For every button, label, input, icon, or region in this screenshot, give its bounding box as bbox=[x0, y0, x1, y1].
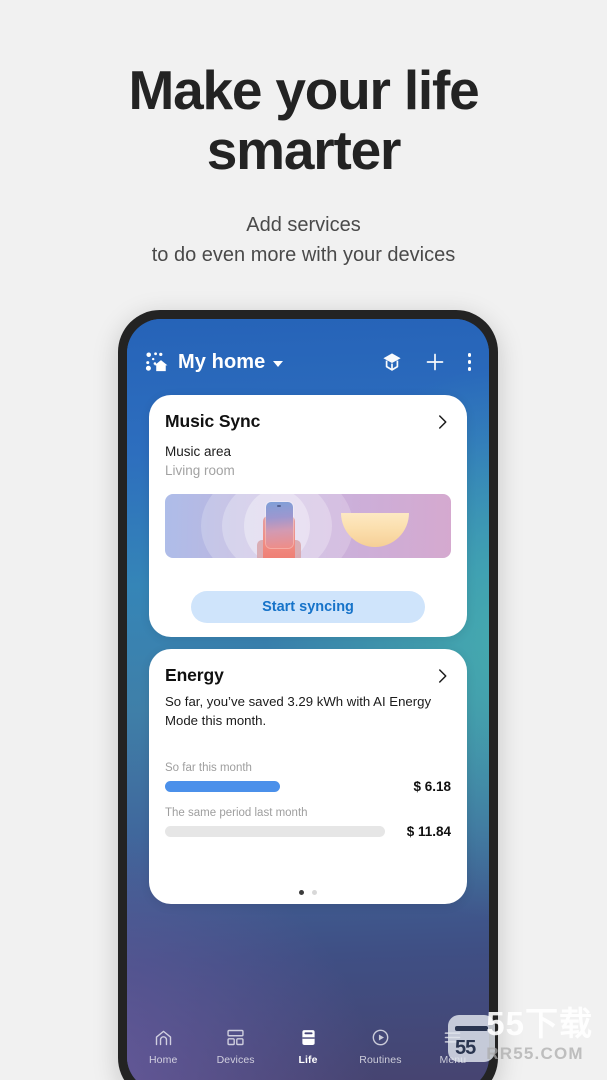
illustration-bowl-speaker bbox=[341, 513, 409, 547]
life-icon bbox=[298, 1027, 319, 1048]
map-view-icon[interactable] bbox=[380, 350, 404, 374]
pager-dot-1[interactable] bbox=[299, 890, 304, 895]
nav-item-life[interactable]: Life bbox=[272, 1027, 344, 1066]
energy-bar-previous: The same period last month $ 11.84 bbox=[149, 807, 467, 839]
nav-item-menu[interactable]: Menu bbox=[417, 1027, 489, 1066]
promo-subtitle-line2: to do even more with your devices bbox=[151, 244, 456, 266]
watermark-cn-text: 55下载 bbox=[486, 1005, 593, 1042]
smartthings-logo-icon bbox=[143, 349, 169, 375]
nav-label-home: Home bbox=[148, 1054, 178, 1066]
chevron-right-icon[interactable] bbox=[433, 667, 451, 685]
nav-label-menu: Menu bbox=[439, 1054, 467, 1066]
site-watermark: 55下载 RR55.COM bbox=[486, 1007, 593, 1062]
illustration-phone bbox=[266, 502, 293, 548]
home-icon bbox=[153, 1027, 174, 1048]
energy-bar-current-label: So far this month bbox=[165, 762, 252, 774]
energy-bar-current-value: $ 6.18 bbox=[413, 779, 451, 794]
music-area-block: Music area Living room bbox=[149, 432, 467, 480]
music-area-value: Living room bbox=[165, 463, 235, 478]
energy-bar-current: So far this month $ 6.18 bbox=[149, 762, 467, 794]
page-root: Make your life smarter Add services to d… bbox=[0, 0, 607, 1080]
energy-bar-previous-value: $ 11.84 bbox=[406, 824, 451, 839]
nav-item-home[interactable]: Home bbox=[127, 1027, 199, 1066]
menu-icon bbox=[442, 1027, 463, 1048]
app-bar: My home bbox=[127, 337, 489, 387]
energy-bar-current-fill bbox=[165, 781, 280, 792]
routines-icon bbox=[370, 1027, 391, 1048]
chevron-right-icon[interactable] bbox=[433, 413, 451, 431]
watermark-en-text: RR55.COM bbox=[486, 1044, 584, 1063]
pager-dot-2[interactable] bbox=[312, 890, 317, 895]
start-syncing-button[interactable]: Start syncing bbox=[191, 591, 425, 623]
page-title: Make your life smarter bbox=[128, 59, 480, 181]
energy-bar-previous-label: The same period last month bbox=[165, 807, 308, 819]
energy-bar-current-row: $ 6.18 bbox=[165, 779, 451, 794]
promo-subtitle-line1: Add services bbox=[246, 214, 361, 236]
nav-label-devices: Devices bbox=[216, 1054, 255, 1066]
bottom-navigation: Home Devices Life Routines Menu bbox=[127, 1015, 489, 1080]
music-sync-illustration bbox=[165, 494, 451, 558]
nav-label-life: Life bbox=[298, 1054, 318, 1066]
phone-mockup: My home Music Sync Music area Living roo… bbox=[118, 310, 498, 1080]
music-sync-card[interactable]: Music Sync Music area Living room Start … bbox=[149, 395, 467, 637]
energy-bar-previous-row: $ 11.84 bbox=[165, 824, 451, 839]
music-area-label: Music area bbox=[165, 444, 232, 459]
card-pager-dots[interactable] bbox=[149, 890, 467, 895]
energy-bar-previous-fill bbox=[165, 826, 385, 837]
nav-item-routines[interactable]: Routines bbox=[344, 1027, 416, 1066]
energy-description: So far, you’ve saved 3.29 kWh with AI En… bbox=[165, 694, 432, 728]
promo-header: Make your life smarter Add services to d… bbox=[0, 0, 607, 270]
phone-screen: My home Music Sync Music area Living roo… bbox=[127, 319, 489, 1080]
energy-card-header: Energy bbox=[149, 649, 467, 686]
devices-icon bbox=[225, 1027, 246, 1048]
kebab-menu-icon[interactable] bbox=[467, 353, 471, 371]
energy-card-title: Energy bbox=[165, 665, 224, 685]
music-card-header: Music Sync bbox=[149, 395, 467, 432]
nav-item-devices[interactable]: Devices bbox=[199, 1027, 271, 1066]
nav-label-routines: Routines bbox=[359, 1054, 402, 1066]
plus-icon[interactable] bbox=[423, 350, 447, 374]
home-name-label[interactable]: My home bbox=[178, 351, 265, 374]
promo-subtitle: Add services to do even more with your d… bbox=[0, 210, 607, 270]
caret-down-icon[interactable] bbox=[273, 360, 284, 367]
music-card-title: Music Sync bbox=[165, 411, 261, 431]
energy-card[interactable]: Energy So far, you’ve saved 3.29 kWh wit… bbox=[149, 649, 467, 904]
